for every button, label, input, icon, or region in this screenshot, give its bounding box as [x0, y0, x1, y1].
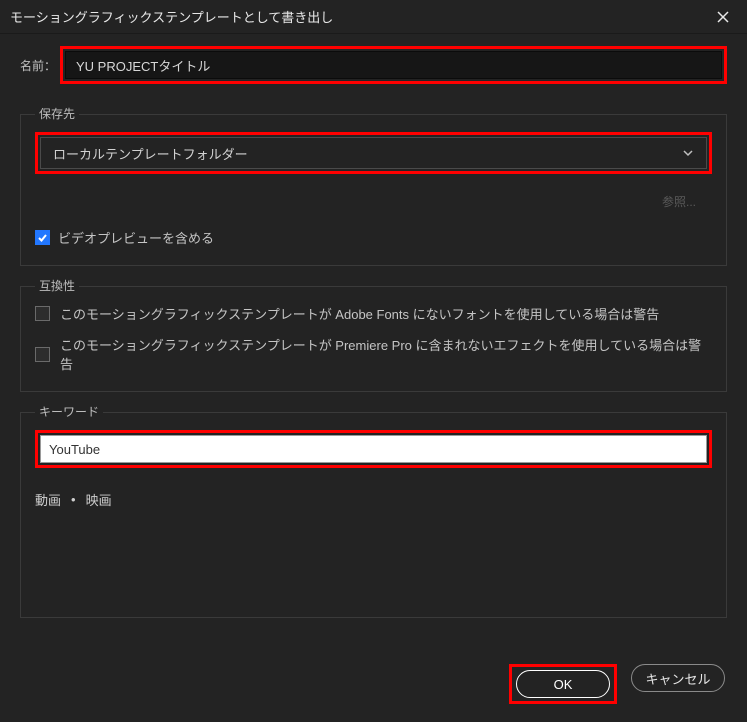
ok-button[interactable]: OK [516, 670, 610, 698]
close-icon [716, 10, 730, 24]
browse-button: 参照... [646, 188, 712, 214]
save-section-label: 保存先 [35, 105, 79, 122]
dialog-title: モーショングラフィックステンプレートとして書き出し [10, 7, 333, 26]
keyword-tag-video[interactable]: 動画 [35, 490, 61, 509]
compat-effects-checkbox[interactable] [35, 347, 50, 362]
include-preview-checkbox[interactable] [35, 230, 50, 245]
name-input[interactable] [65, 51, 722, 79]
ok-highlight: OK [509, 664, 617, 704]
name-label: 名前： [20, 57, 60, 74]
keyword-highlight [35, 430, 712, 468]
compat-section-label: 互換性 [35, 277, 79, 294]
keyword-tag-movie[interactable]: 映画 [86, 490, 112, 509]
compat-effects-label: このモーショングラフィックステンプレートが Premiere Pro に含まれな… [60, 335, 712, 373]
tag-separator-icon: • [71, 492, 76, 507]
close-button[interactable] [709, 3, 737, 31]
compat-fonts-checkbox[interactable] [35, 306, 50, 321]
save-location-value: ローカルテンプレートフォルダー [53, 144, 248, 163]
compat-fonts-label: このモーショングラフィックステンプレートが Adobe Fonts にないフォン… [60, 304, 659, 323]
name-highlight [60, 46, 727, 84]
save-location-highlight: ローカルテンプレートフォルダー [35, 132, 712, 174]
keyword-input[interactable] [40, 435, 707, 463]
check-icon [37, 232, 48, 243]
cancel-button[interactable]: キャンセル [631, 664, 725, 692]
keyword-section-label: キーワード [35, 403, 103, 420]
chevron-down-icon [682, 147, 694, 159]
save-location-select[interactable]: ローカルテンプレートフォルダー [40, 137, 707, 169]
include-preview-label: ビデオプレビューを含める [58, 228, 214, 247]
